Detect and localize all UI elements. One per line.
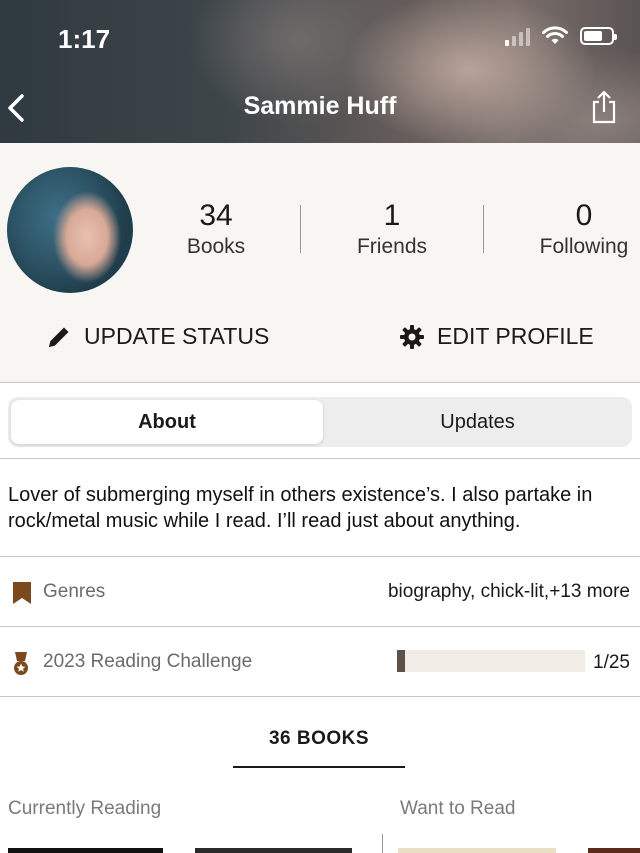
shelf-divider <box>382 834 383 853</box>
stat-books-value: 34 <box>199 199 233 232</box>
shelf-want-to-read[interactable]: Want to Read <box>400 798 515 820</box>
stat-books-label: Books <box>186 235 246 258</box>
book-cover[interactable] <box>195 848 352 853</box>
bio-text: Lover of submerging myself in others exi… <box>8 484 593 532</box>
stat-following[interactable]: 0 Following <box>509 199 640 259</box>
avatar <box>7 167 133 293</box>
divider <box>0 696 640 697</box>
genres-value: biography, chick-lit,+13 more <box>387 581 630 602</box>
genres-row[interactable]: Genres biography, chick-lit,+13 more <box>0 557 640 627</box>
tab-updates[interactable]: Updates <box>326 400 629 444</box>
share-icon[interactable] <box>590 90 618 124</box>
profile-tabs: About Updates <box>8 397 632 447</box>
bookmark-icon <box>13 582 31 604</box>
book-cover[interactable] <box>398 848 556 853</box>
books-tab-underline <box>233 766 405 768</box>
book-cover[interactable] <box>588 848 640 853</box>
signal-icon <box>505 26 530 46</box>
stat-following-value: 0 <box>575 199 593 232</box>
stat-friends-label: Friends <box>356 235 428 258</box>
gear-icon <box>400 324 424 349</box>
stat-friends-value: 1 <box>383 199 401 232</box>
stat-divider <box>483 205 484 253</box>
profile-header: 1:17 Sammie Huff <box>0 0 640 143</box>
challenge-progress-fill <box>397 650 405 672</box>
edit-profile-button[interactable]: EDIT PROFILE <box>399 323 594 350</box>
update-status-button[interactable]: UPDATE STATUS <box>46 323 269 350</box>
divider <box>0 458 640 459</box>
stat-books[interactable]: 34 Books <box>141 199 291 259</box>
book-cover[interactable] <box>8 848 163 853</box>
tab-books[interactable]: 36 BOOKS <box>233 728 405 750</box>
challenge-progress-bar <box>397 650 585 672</box>
status-icons <box>505 26 617 46</box>
wifi-icon <box>542 26 568 44</box>
stat-following-label: Following <box>539 235 629 258</box>
challenge-label: 2023 Reading Challenge <box>43 651 253 672</box>
pencil-icon <box>49 327 69 347</box>
tab-about[interactable]: About <box>11 400 323 444</box>
status-time: 1:17 <box>58 24 111 54</box>
edit-profile-label: EDIT PROFILE <box>437 323 594 349</box>
stat-divider <box>300 205 301 253</box>
update-status-label: UPDATE STATUS <box>84 323 270 349</box>
battery-icon <box>580 27 617 45</box>
genres-label: Genres <box>43 581 106 602</box>
page-title: Sammie Huff <box>243 92 397 120</box>
profile-section: 34 Books 1 Friends 0 Following UPDATE ST… <box>0 143 640 383</box>
medal-icon <box>14 652 28 675</box>
challenge-progress-text: 1/25 <box>593 652 630 673</box>
shelf-currently-reading[interactable]: Currently Reading <box>8 798 161 820</box>
stat-friends[interactable]: 1 Friends <box>317 199 467 259</box>
